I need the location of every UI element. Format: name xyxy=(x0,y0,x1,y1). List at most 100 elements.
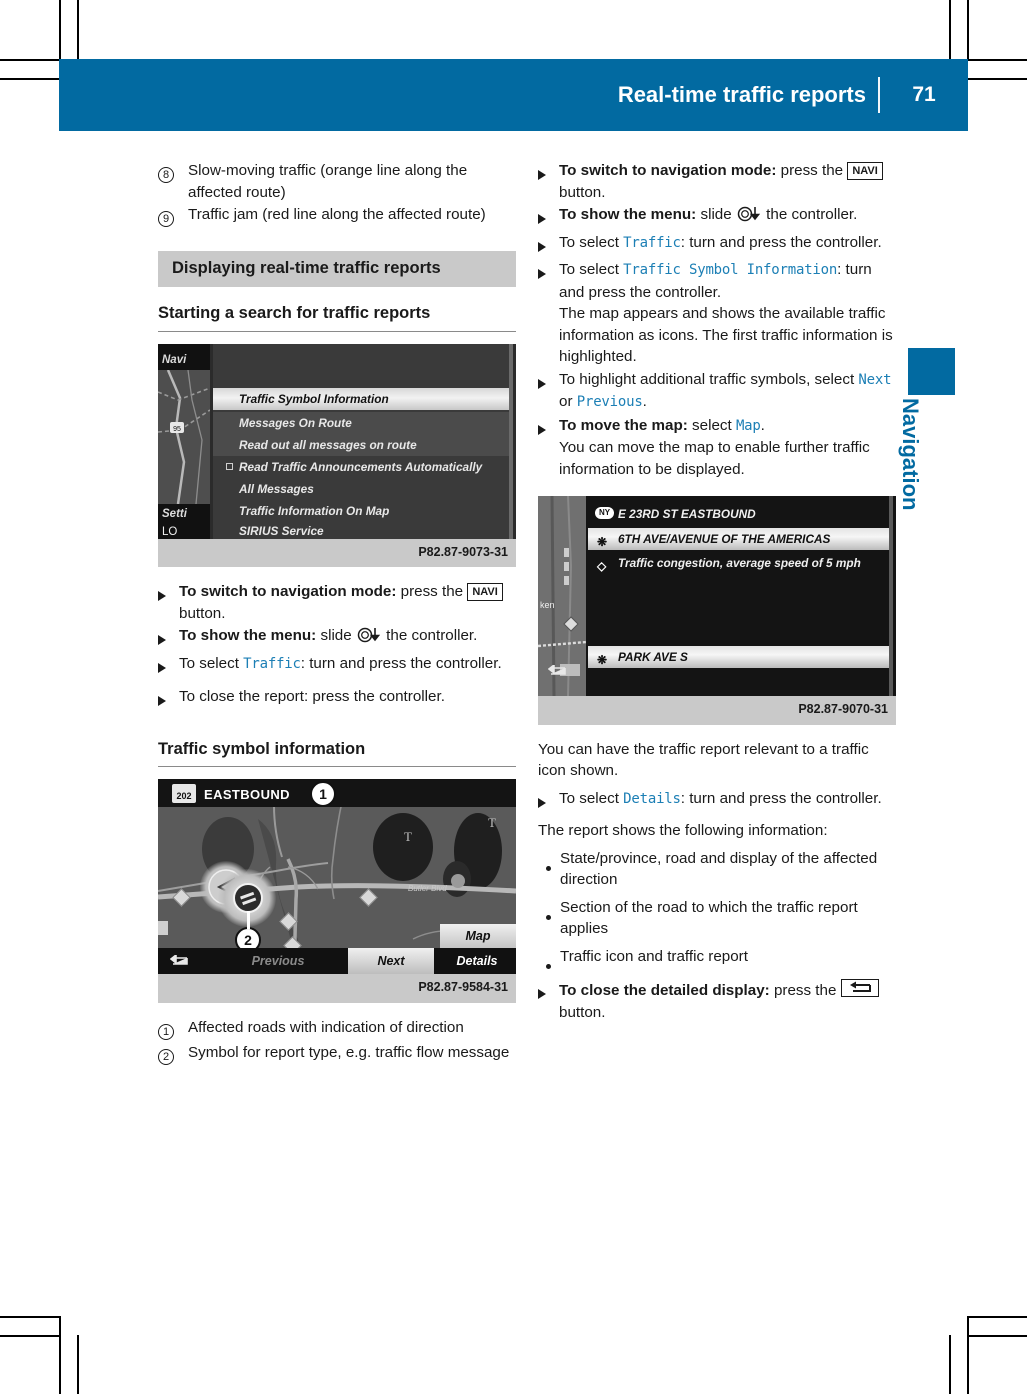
sub-heading: Starting a search for traffic reports xyxy=(158,303,516,332)
next-button[interactable]: Next xyxy=(348,948,434,974)
crop-mark xyxy=(59,1316,61,1394)
controller-down-icon xyxy=(736,206,762,229)
checkbox-icon[interactable] xyxy=(226,462,233,470)
legend-number: 9 xyxy=(158,204,188,229)
scrollbar[interactable] xyxy=(509,343,513,539)
route-shield-icon: 202 xyxy=(172,784,196,803)
step-text: To show the menu: slide the controller. xyxy=(559,204,896,231)
step-text: To close the detailed display: press the… xyxy=(559,979,896,1023)
figure-caption: P82.87-9584-31 xyxy=(158,974,516,1003)
bullet-text: State/province, road and display of the … xyxy=(560,849,878,889)
ui-term-traffic[interactable]: Traffic xyxy=(623,235,681,251)
screenshot-traffic-menu: 95 Navi Setti LO Traffic Symbol Informat… xyxy=(158,343,516,539)
menu-item-all-messages[interactable]: All Messages xyxy=(213,478,513,500)
circled-number-icon: 1 xyxy=(158,1023,174,1040)
step-bullet xyxy=(538,979,559,1023)
back-arrow-icon[interactable] xyxy=(548,665,566,678)
legend-item: 8 Slow-moving traffic (orange line along… xyxy=(158,160,516,203)
report-row-street[interactable]: NY E 23RD ST EASTBOUND xyxy=(588,504,893,524)
ui-term-previous[interactable]: Previous xyxy=(577,394,643,410)
crop-mark xyxy=(0,1335,59,1337)
crop-mark xyxy=(59,0,61,59)
step-bullet xyxy=(538,204,559,231)
label-lo: LO xyxy=(162,525,178,538)
menu-item-traffic-symbol-information[interactable]: Traffic Symbol Information xyxy=(213,387,513,410)
report-row-congestion[interactable]: ◇ Traffic congestion, average speed of 5… xyxy=(588,554,893,594)
step-text: To select Traffic Symbol Information: tu… xyxy=(559,259,896,368)
navi-button-icon[interactable]: NAVI xyxy=(847,162,883,180)
navi-button-icon[interactable]: NAVI xyxy=(467,583,503,601)
congestion-icon: ◇ xyxy=(597,559,607,573)
details-button[interactable]: Details xyxy=(438,948,516,974)
triangle-bullet-icon xyxy=(538,424,546,435)
report-panel: NY E 23RD ST EASTBOUND ❋ 6TH AVE/AVENUE … xyxy=(588,496,893,696)
step-select-traffic-symbol-information: To select Traffic Symbol Information: tu… xyxy=(538,259,896,368)
menu-item-read-out-all-messages[interactable]: Read out all messages on route xyxy=(213,433,513,456)
state-badge-icon: NY xyxy=(595,507,614,519)
legend-item: 2 Symbol for report type, e.g. traffic f… xyxy=(158,1042,516,1067)
legend-text: Traffic jam (red line along the affected… xyxy=(188,206,486,223)
menu-item-traffic-information-on-map[interactable]: Traffic Information On Map xyxy=(213,500,513,522)
step-tail: the controller. xyxy=(761,206,858,223)
triangle-bullet-icon xyxy=(538,241,546,252)
ui-term-map[interactable]: Map xyxy=(736,418,761,434)
left-column: 8 Slow-moving traffic (orange line along… xyxy=(158,160,516,1068)
triangle-bullet-icon xyxy=(538,269,546,279)
report-row-end-street[interactable]: ❋ PARK AVE S xyxy=(588,646,893,668)
sub-heading-2: Traffic symbol information xyxy=(158,739,516,767)
step-bold: To move the map: xyxy=(559,416,688,434)
crop-mark xyxy=(0,59,59,61)
crop-mark xyxy=(967,0,969,59)
figure-caption: P82.87-9073-31 xyxy=(158,538,516,567)
triangle-bullet-icon xyxy=(158,635,166,645)
screenshot-left-map: ken xyxy=(538,496,586,696)
svg-text:Butler Blvd: Butler Blvd xyxy=(408,884,447,893)
ui-term-traffic[interactable]: Traffic xyxy=(243,656,301,672)
figure-caption: P82.87-9070-31 xyxy=(538,696,896,725)
step-text: To switch to navigation mode: press the … xyxy=(559,160,896,203)
crop-mark xyxy=(0,1316,59,1318)
step-show-menu: To show the menu: slide the controller. xyxy=(538,204,896,231)
dot-bullet xyxy=(546,946,560,976)
report-row-cross-street[interactable]: ❋ 6TH AVE/AVENUE OF THE AMERICAS xyxy=(588,528,893,550)
step-switch-navigation: To switch to navigation mode: press the … xyxy=(158,581,516,624)
back-arrow-icon[interactable] xyxy=(170,955,188,968)
dot-bullet xyxy=(546,848,560,891)
ui-term-details[interactable]: Details xyxy=(623,791,681,807)
svg-text:ken: ken xyxy=(540,600,555,610)
crop-mark xyxy=(968,59,1027,61)
page-title: Real-time traffic reports xyxy=(617,82,866,107)
menu-item-messages-on-route[interactable]: Messages On Route xyxy=(213,411,513,434)
menu-item-sirius-service[interactable]: SIRIUS Service xyxy=(213,520,513,539)
step-pre: To select xyxy=(179,654,244,672)
dot-bullet-icon xyxy=(546,963,551,969)
scrollbar[interactable] xyxy=(889,496,893,696)
triangle-bullet-icon xyxy=(158,696,166,706)
report-row-label: 6TH AVE/AVENUE OF THE AMERICAS xyxy=(618,532,831,546)
legend-text: Affected roads with indication of direct… xyxy=(188,1018,464,1036)
step-text: To select Details: turn and press the co… xyxy=(559,788,896,815)
step-bullet xyxy=(538,369,559,414)
traffic-flow-symbol-icon[interactable] xyxy=(233,883,263,913)
ui-term-next[interactable]: Next xyxy=(858,372,891,388)
previous-button[interactable]: Previous xyxy=(218,948,338,974)
page-number: 71 xyxy=(912,83,936,106)
bullet-item: Traffic icon and traffic report xyxy=(538,946,896,976)
step-select-traffic: To select Traffic: turn and press the co… xyxy=(158,653,516,680)
section-heading: Displaying real-time traffic reports xyxy=(158,250,516,287)
ui-term-traffic-symbol-information[interactable]: Traffic Symbol Information xyxy=(623,262,837,278)
circled-number-icon: 2 xyxy=(158,1049,174,1065)
chapter-tab-marker xyxy=(908,348,955,395)
crop-mark xyxy=(77,1335,79,1394)
crop-mark xyxy=(968,1335,1027,1337)
step-bold: To switch to navigation mode: xyxy=(179,583,397,600)
step-tail: button. xyxy=(179,604,226,622)
map-button[interactable]: Map xyxy=(440,924,516,948)
step-tail: : turn and press the controller. xyxy=(680,233,882,251)
step-pre: To select xyxy=(559,789,624,807)
step-tail: : turn and press the controller. xyxy=(680,789,882,807)
crop-mark xyxy=(968,78,1027,80)
step-bullet xyxy=(158,581,179,624)
back-button-icon[interactable] xyxy=(840,979,879,997)
menu-item-read-traffic-announcements[interactable]: Read Traffic Announcements Automatically xyxy=(213,456,513,478)
